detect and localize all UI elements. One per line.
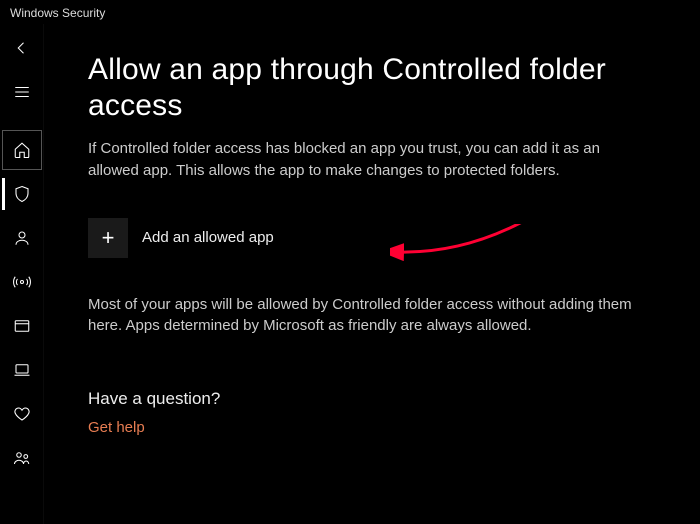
- menu-button[interactable]: [2, 72, 42, 112]
- home-icon: [13, 141, 31, 159]
- main-content: Allow an app through Controlled folder a…: [44, 24, 700, 524]
- shield-icon: [13, 185, 31, 203]
- laptop-icon: [13, 361, 31, 379]
- add-allowed-app-button[interactable]: + Add an allowed app: [88, 218, 660, 258]
- sidebar-item-virus-threat[interactable]: [2, 174, 42, 214]
- get-help-link[interactable]: Get help: [88, 419, 660, 436]
- network-icon: [13, 273, 31, 291]
- sidebar-item-family[interactable]: [2, 438, 42, 478]
- window-icon: [13, 317, 31, 335]
- sidebar-item-app-browser[interactable]: [2, 306, 42, 346]
- sidebar: [0, 24, 44, 524]
- sidebar-item-firewall[interactable]: [2, 262, 42, 302]
- question-heading: Have a question?: [88, 389, 660, 409]
- sidebar-item-account[interactable]: [2, 218, 42, 258]
- back-button[interactable]: [2, 28, 42, 68]
- window-title: Windows Security: [0, 0, 700, 24]
- hamburger-icon: [13, 83, 31, 101]
- sidebar-item-device-performance[interactable]: [2, 394, 42, 434]
- sidebar-item-device-security[interactable]: [2, 350, 42, 390]
- add-allowed-app-label: Add an allowed app: [142, 229, 274, 246]
- page-description: If Controlled folder access has blocked …: [88, 138, 648, 182]
- people-icon: [13, 449, 31, 467]
- allowed-apps-note: Most of your apps will be allowed by Con…: [88, 294, 648, 338]
- back-arrow-icon: [13, 39, 31, 57]
- plus-icon: +: [88, 218, 128, 258]
- heart-icon: [13, 405, 31, 423]
- app-body: Allow an app through Controlled folder a…: [0, 24, 700, 524]
- page-title: Allow an app through Controlled folder a…: [88, 52, 660, 124]
- annotation-arrow: [390, 224, 550, 280]
- person-icon: [13, 229, 31, 247]
- sidebar-item-home[interactable]: [2, 130, 42, 170]
